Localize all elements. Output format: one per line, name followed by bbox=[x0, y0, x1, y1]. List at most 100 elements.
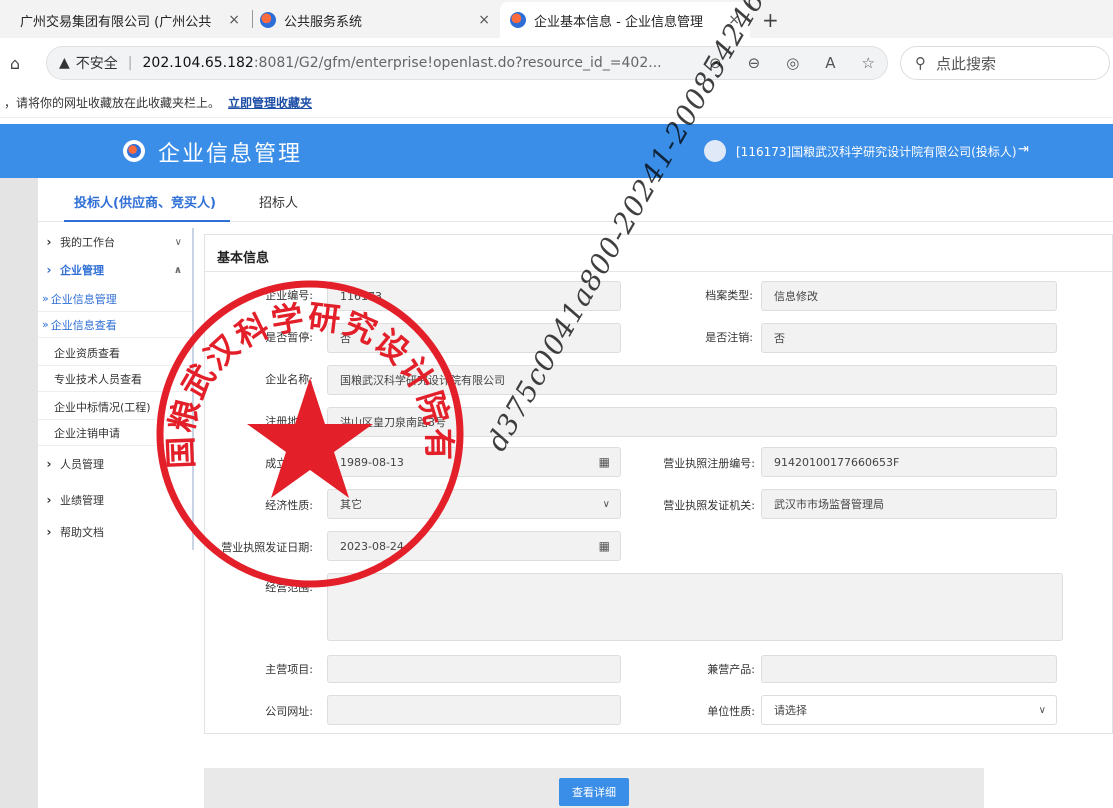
extension-icon[interactable]: ◎ bbox=[786, 54, 799, 72]
browser-tab[interactable]: 公共服务系统 × bbox=[250, 2, 500, 38]
license-date-field[interactable]: 2023-08-24 ▦ bbox=[327, 531, 621, 561]
enterprise-no-field: 116173 bbox=[327, 281, 621, 311]
menu-label: 我的工作台 bbox=[60, 236, 115, 249]
unit-type-select[interactable]: 请选择 ∨ bbox=[761, 695, 1057, 725]
action-bar: 查看详细 bbox=[204, 768, 984, 808]
submenu-label: 企业信息管理 bbox=[50, 292, 117, 306]
home-icon[interactable]: ⌂ bbox=[0, 54, 30, 73]
user-name: [116173]国粮武汉科学研究设计院有限公司(投标人) bbox=[736, 145, 1017, 159]
field-label: 是否注销: bbox=[705, 331, 753, 344]
panel-title: 基本信息 bbox=[217, 251, 270, 266]
tab-title: 公共服务系统 bbox=[284, 14, 363, 30]
url-divider: | bbox=[127, 55, 133, 71]
tab-close-icon[interactable]: × bbox=[478, 12, 490, 28]
read-aloud-icon[interactable]: A bbox=[825, 54, 835, 72]
chevron-down-icon: ∨ bbox=[602, 498, 610, 510]
browser-tab[interactable]: 广州交易集团有限公司 (广州公共 × bbox=[0, 2, 250, 38]
url-field[interactable]: ▲ 不安全 | 202.104.65.182 :8081/G2/gfm/ente… bbox=[46, 46, 888, 80]
sidebar-item-personnel[interactable]: › 人员管理 bbox=[38, 450, 192, 478]
browser-tab-active[interactable]: 企业基本信息 - 企业信息管理 × bbox=[500, 2, 750, 38]
submenu-label: 企业注销申请 bbox=[54, 426, 120, 440]
field-label: 单位性质: bbox=[707, 705, 755, 718]
chevron-down-icon: ∨ bbox=[1038, 704, 1046, 716]
cancelled-field: 否 bbox=[761, 323, 1057, 353]
economy-select[interactable]: 其它 ∨ bbox=[327, 489, 621, 519]
field-value: 国粮武汉科学研究设计院有限公司 bbox=[340, 374, 505, 387]
basic-info-panel: 基本信息 企业编号: 116173 档案类型: 信息修改 是否暂停: 否 是否注… bbox=[204, 234, 1113, 734]
calendar-icon[interactable]: ▦ bbox=[599, 539, 610, 553]
app-title: 企业信息管理 bbox=[158, 142, 303, 167]
role-tabs: 投标人(供应商、竞买人) 招标人 bbox=[38, 178, 1113, 222]
manage-favorites-link[interactable]: 立即管理收藏夹 bbox=[228, 94, 312, 111]
tab-close-icon[interactable]: × bbox=[728, 12, 740, 28]
field-label: 经营范围: bbox=[265, 581, 313, 594]
chevron-right-icon: › bbox=[46, 235, 52, 249]
browser-search-input[interactable]: ⚲ 点此搜索 bbox=[900, 46, 1110, 80]
field-label: 企业编号: bbox=[265, 289, 313, 302]
browser-tab-bar: 广州交易集团有限公司 (广州公共 × 公共服务系统 × 企业基本信息 - 企业信… bbox=[0, 0, 1113, 38]
site-favicon-icon bbox=[260, 12, 276, 28]
favorite-star-icon[interactable]: ☆ bbox=[862, 54, 875, 72]
field-label: 营业执照发证日期: bbox=[221, 541, 313, 554]
sidebar-subitem-cancel[interactable]: 企业注销申请 bbox=[38, 420, 192, 446]
sidebar-item-workbench[interactable]: › 我的工作台 ∨ bbox=[38, 228, 192, 256]
sidebar-subitem-info-view[interactable]: » 企业信息查看 bbox=[38, 312, 192, 338]
sidebar-item-help[interactable]: › 帮助文档 bbox=[38, 518, 192, 546]
favbar-hint: ，请将你的网址收藏放在此收藏夹栏上。 bbox=[4, 96, 221, 110]
submenu-label: 企业中标情况(工程) bbox=[54, 400, 151, 414]
sidebar-subitem-info-manage[interactable]: » 企业信息管理 bbox=[38, 286, 192, 312]
tracking-icon[interactable]: ⊘ bbox=[709, 54, 722, 72]
menu-label: 人员管理 bbox=[60, 458, 104, 471]
field-label: 注册地址: bbox=[265, 415, 313, 428]
logout-icon[interactable]: ⇥ bbox=[1018, 142, 1029, 157]
field-label: 主营项目: bbox=[265, 663, 313, 676]
license-org-field: 武汉市市场监督管理局 bbox=[761, 489, 1057, 519]
insecure-label: 不安全 bbox=[75, 56, 118, 72]
field-value: 2023-08-24 bbox=[340, 539, 404, 553]
tab-tenderer[interactable]: 招标人 bbox=[259, 192, 298, 211]
chevron-up-icon: ∧ bbox=[173, 264, 182, 276]
left-gutter bbox=[0, 178, 38, 808]
submenu-label: 企业信息查看 bbox=[50, 318, 117, 332]
zoom-icon[interactable]: ⊖ bbox=[748, 54, 761, 72]
search-placeholder: 点此搜索 bbox=[936, 54, 997, 73]
field-value: 1989-08-13 bbox=[340, 455, 404, 469]
favorites-bar: ，请将你的网址收藏放在此收藏夹栏上。 立即管理收藏夹 bbox=[0, 88, 1113, 118]
calendar-icon[interactable]: ▦ bbox=[599, 455, 610, 469]
website-field bbox=[327, 695, 621, 725]
url-host: 202.104.65.182 bbox=[142, 55, 254, 71]
address-bar-row: ⌂ ▲ 不安全 | 202.104.65.182 :8081/G2/gfm/en… bbox=[0, 38, 1113, 88]
field-value: 116173 bbox=[340, 289, 382, 303]
field-label: 成立日期: bbox=[265, 457, 313, 470]
field-value: 请选择 bbox=[774, 704, 807, 717]
founded-date-field[interactable]: 1989-08-13 ▦ bbox=[327, 447, 621, 477]
sidebar-subitem-awards[interactable]: 企业中标情况(工程) bbox=[38, 394, 192, 420]
chevron-right-icon: › bbox=[46, 457, 52, 471]
enterprise-name-field: 国粮武汉科学研究设计院有限公司 bbox=[327, 365, 1057, 395]
sidebar-subitem-qualification[interactable]: 企业资质查看 bbox=[38, 340, 192, 366]
tab-bidder[interactable]: 投标人(供应商、竞买人) bbox=[64, 192, 230, 222]
sidebar-subitem-technicians[interactable]: 专业技术人员查看 bbox=[38, 366, 192, 392]
new-tab-button[interactable]: + bbox=[762, 2, 779, 38]
field-label: 经济性质: bbox=[265, 499, 313, 512]
sidebar-item-enterprise[interactable]: › 企业管理 ∧ bbox=[38, 256, 192, 284]
menu-label: 业绩管理 bbox=[60, 494, 104, 507]
tab-close-icon[interactable]: × bbox=[228, 12, 240, 28]
field-label: 是否暂停: bbox=[265, 331, 313, 344]
site-favicon-icon bbox=[510, 12, 526, 28]
address-field: 洪山区皇刀泉南路3号 bbox=[327, 407, 1057, 437]
submenu-label: 专业技术人员查看 bbox=[54, 372, 142, 386]
bullet-icon: » bbox=[42, 292, 49, 305]
field-value: 其它 bbox=[340, 498, 362, 511]
field-label: 档案类型: bbox=[705, 289, 753, 302]
sidebar-item-performance[interactable]: › 业绩管理 bbox=[38, 486, 192, 514]
suspended-field: 否 bbox=[327, 323, 621, 353]
field-label: 营业执照发证机关: bbox=[663, 499, 755, 512]
sidebar: › 我的工作台 ∨ › 企业管理 ∧ » 企业信息管理 » 企业信息查看 企业资质查… bbox=[38, 228, 194, 550]
view-detail-button[interactable]: 查看详细 bbox=[559, 778, 629, 806]
side-products-field bbox=[761, 655, 1057, 683]
menu-label: 企业管理 bbox=[60, 264, 104, 277]
app-logo-icon bbox=[123, 140, 145, 162]
chevron-right-icon: › bbox=[46, 525, 52, 539]
field-value: 否 bbox=[340, 332, 351, 345]
